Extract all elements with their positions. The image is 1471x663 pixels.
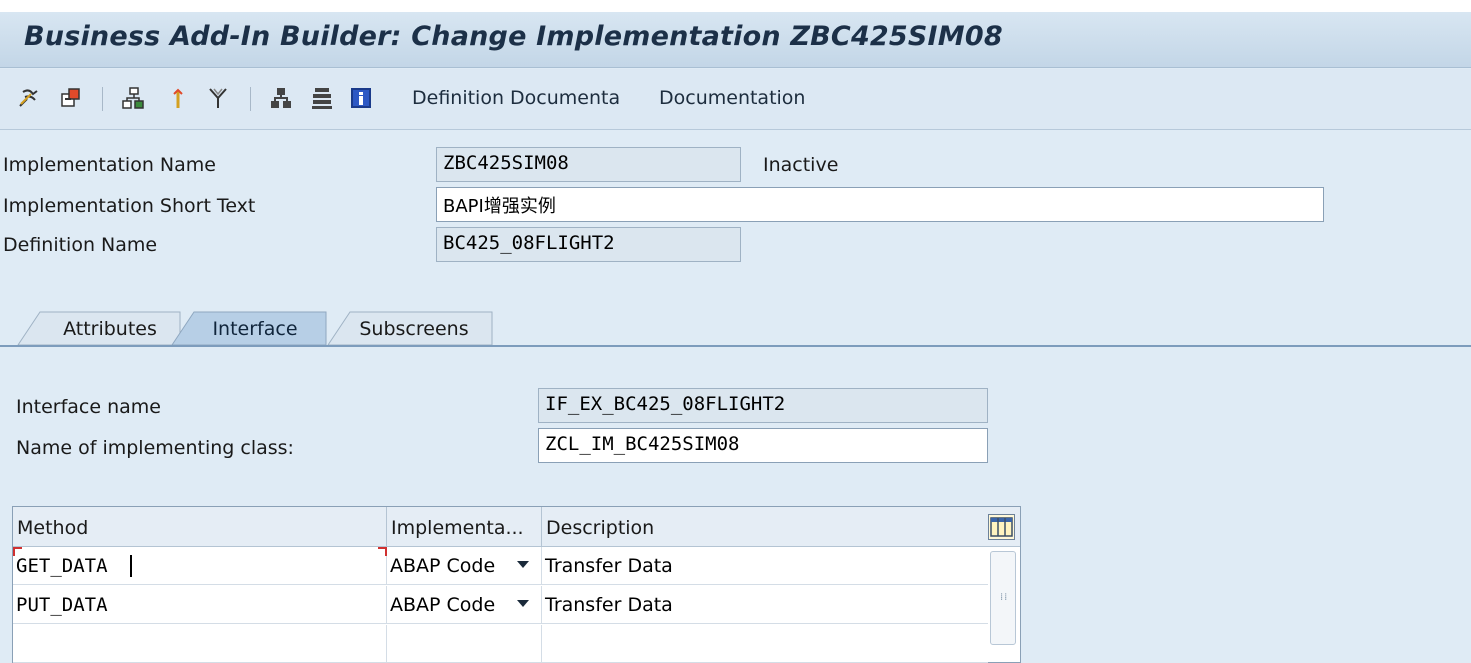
column-header-description[interactable]: Description	[542, 507, 984, 547]
definition-name-field: BC425_08FLIGHT2	[436, 227, 741, 262]
table-row-empty[interactable]	[13, 625, 988, 663]
description-cell: Transfer Data	[545, 555, 673, 577]
tab-strip: Attributes Interface Subscreens	[0, 300, 1471, 346]
method-cell[interactable]: PUT_DATA	[13, 586, 387, 624]
implementation-status: Inactive	[763, 154, 839, 176]
definition-name-label: Definition Name	[3, 234, 158, 256]
methods-table: Method Implementa... Description GET_DAT…	[12, 506, 1021, 663]
column-layout-icon[interactable]	[988, 514, 1015, 540]
short-text-label: Implementation Short Text	[3, 195, 256, 217]
table-scrollbar[interactable]: ⁞⁞	[990, 551, 1016, 645]
table-row[interactable]: GET_DATA ABAP Code Transfer Data	[13, 547, 988, 585]
tab-subscreens[interactable]: Subscreens	[344, 312, 484, 346]
table-icon[interactable]	[309, 85, 335, 111]
implementation-name-field: ZBC425SIM08	[436, 147, 741, 182]
info-icon[interactable]	[348, 85, 374, 111]
filter-icon[interactable]	[205, 85, 231, 111]
short-text-input[interactable]: BAPI增强实例	[436, 187, 1324, 222]
tab-attributes[interactable]: Attributes	[40, 312, 180, 346]
activate-icon[interactable]	[58, 85, 84, 111]
column-header-method[interactable]: Method	[13, 507, 387, 547]
table-row[interactable]: PUT_DATA ABAP Code Transfer Data	[13, 586, 988, 624]
documentation-button[interactable]: Documentation	[659, 87, 805, 109]
toolbar-separator	[102, 87, 103, 111]
definition-documentation-button[interactable]: Definition Documenta	[412, 87, 620, 109]
application-toolbar: Definition Documenta Documentation	[0, 69, 1471, 130]
interface-name-field: IF_EX_BC425_08FLIGHT2	[538, 388, 988, 423]
display-change-icon[interactable]	[16, 85, 42, 111]
implementation-cell-empty[interactable]	[387, 625, 542, 663]
description-cell-empty	[542, 625, 988, 663]
object-list-icon[interactable]	[268, 85, 294, 111]
scroll-grip-icon[interactable]: ⁞⁞	[1000, 592, 1008, 603]
tab-interface[interactable]: Interface	[190, 312, 320, 346]
chevron-down-icon[interactable]	[517, 600, 529, 607]
interface-name-label: Interface name	[16, 396, 161, 418]
method-cell-empty[interactable]	[13, 625, 387, 663]
where-used-icon[interactable]	[165, 85, 191, 111]
window-title: Business Add-In Builder: Change Implemen…	[24, 21, 1003, 52]
column-header-implementation[interactable]: Implementa...	[387, 507, 542, 547]
hierarchy-icon[interactable]	[120, 85, 146, 111]
description-cell: Transfer Data	[545, 594, 673, 616]
table-header: Method Implementa... Description	[13, 507, 1020, 547]
implementing-class-label: Name of implementing class:	[16, 437, 294, 459]
top-border	[0, 0, 1471, 12]
title-bar: Business Add-In Builder: Change Implemen…	[0, 12, 1471, 68]
implementation-name-label: Implementation Name	[3, 154, 216, 176]
focus-corner	[13, 547, 22, 556]
text-cursor	[130, 555, 132, 577]
implementing-class-field[interactable]: ZCL_IM_BC425SIM08	[538, 428, 988, 463]
method-cell[interactable]: GET_DATA	[13, 547, 387, 585]
toolbar-separator	[250, 87, 251, 111]
chevron-down-icon[interactable]	[517, 561, 529, 568]
focus-corner	[378, 547, 387, 556]
